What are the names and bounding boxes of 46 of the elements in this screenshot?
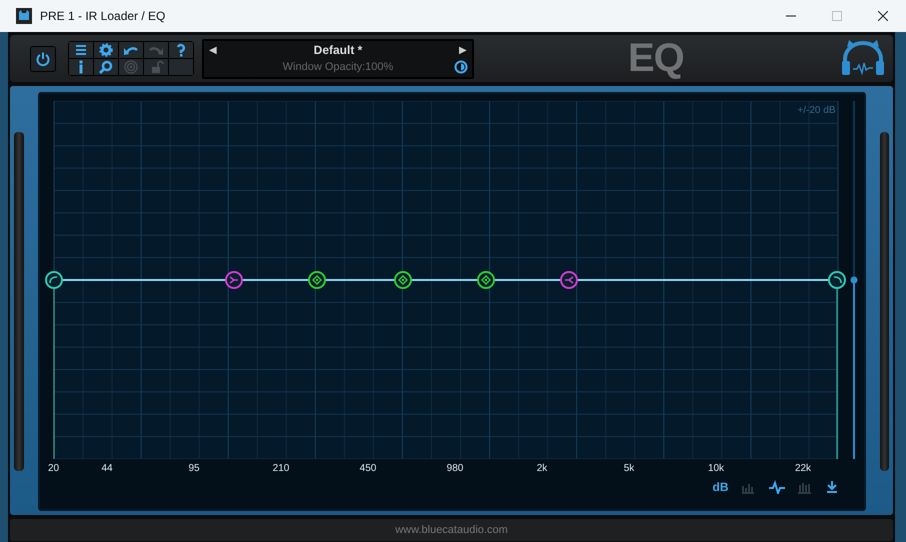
window-title: PRE 1 - IR Loader / EQ xyxy=(40,9,166,23)
db-button[interactable]: dB xyxy=(710,480,732,494)
frequency-label: 210 xyxy=(272,463,290,474)
settings-button[interactable] xyxy=(94,42,118,58)
frequency-label: 44 xyxy=(100,463,114,474)
frequency-label: 450 xyxy=(358,463,378,474)
settings-icon xyxy=(97,42,115,58)
power-icon xyxy=(35,50,51,66)
info-icon xyxy=(79,60,83,74)
range-label: +/-20 dB xyxy=(797,105,836,116)
frequency-label: 22k xyxy=(794,463,812,474)
band-handle[interactable] xyxy=(828,271,846,289)
waveform-icon xyxy=(768,480,784,494)
opacity-icon[interactable] xyxy=(454,60,468,74)
website-link[interactable]: www.bluecataudio.com xyxy=(10,519,893,541)
plugin-logo: EQ xyxy=(628,36,685,81)
frequency-label: 95 xyxy=(187,463,201,474)
frequency-label: 980 xyxy=(446,463,464,474)
headphones-logo-icon xyxy=(839,38,887,78)
next-preset-button[interactable]: ▶ xyxy=(454,44,472,56)
band-handle[interactable] xyxy=(44,271,62,289)
band-handle[interactable] xyxy=(224,271,242,289)
output-slider[interactable] xyxy=(850,101,857,459)
frequency-label: 5k xyxy=(622,463,636,474)
band-handle[interactable] xyxy=(308,271,326,289)
band-handle[interactable] xyxy=(560,271,578,289)
maximize-icon xyxy=(832,11,842,21)
search-button[interactable] xyxy=(94,59,118,75)
band-handle[interactable] xyxy=(394,271,412,289)
help-button[interactable] xyxy=(169,42,193,58)
power-button[interactable] xyxy=(30,46,56,72)
close-icon xyxy=(878,11,888,21)
info-button[interactable] xyxy=(69,59,93,75)
frequency-label: 2k xyxy=(536,463,548,474)
frequency-label: 10k xyxy=(706,463,726,474)
frequency-label: 20 xyxy=(46,463,60,474)
bar-graph-icon xyxy=(796,480,812,494)
app-icon xyxy=(16,8,32,24)
search-icon xyxy=(97,59,115,75)
target-icon xyxy=(122,59,140,75)
previous-preset-button[interactable]: ◀ xyxy=(204,44,222,56)
band-handle[interactable] xyxy=(476,271,494,289)
menu-button[interactable] xyxy=(69,42,93,58)
undo-button[interactable] xyxy=(119,42,143,58)
preset-name[interactable]: Default * xyxy=(222,42,454,56)
status-text: Window Opacity:100% xyxy=(282,60,394,72)
